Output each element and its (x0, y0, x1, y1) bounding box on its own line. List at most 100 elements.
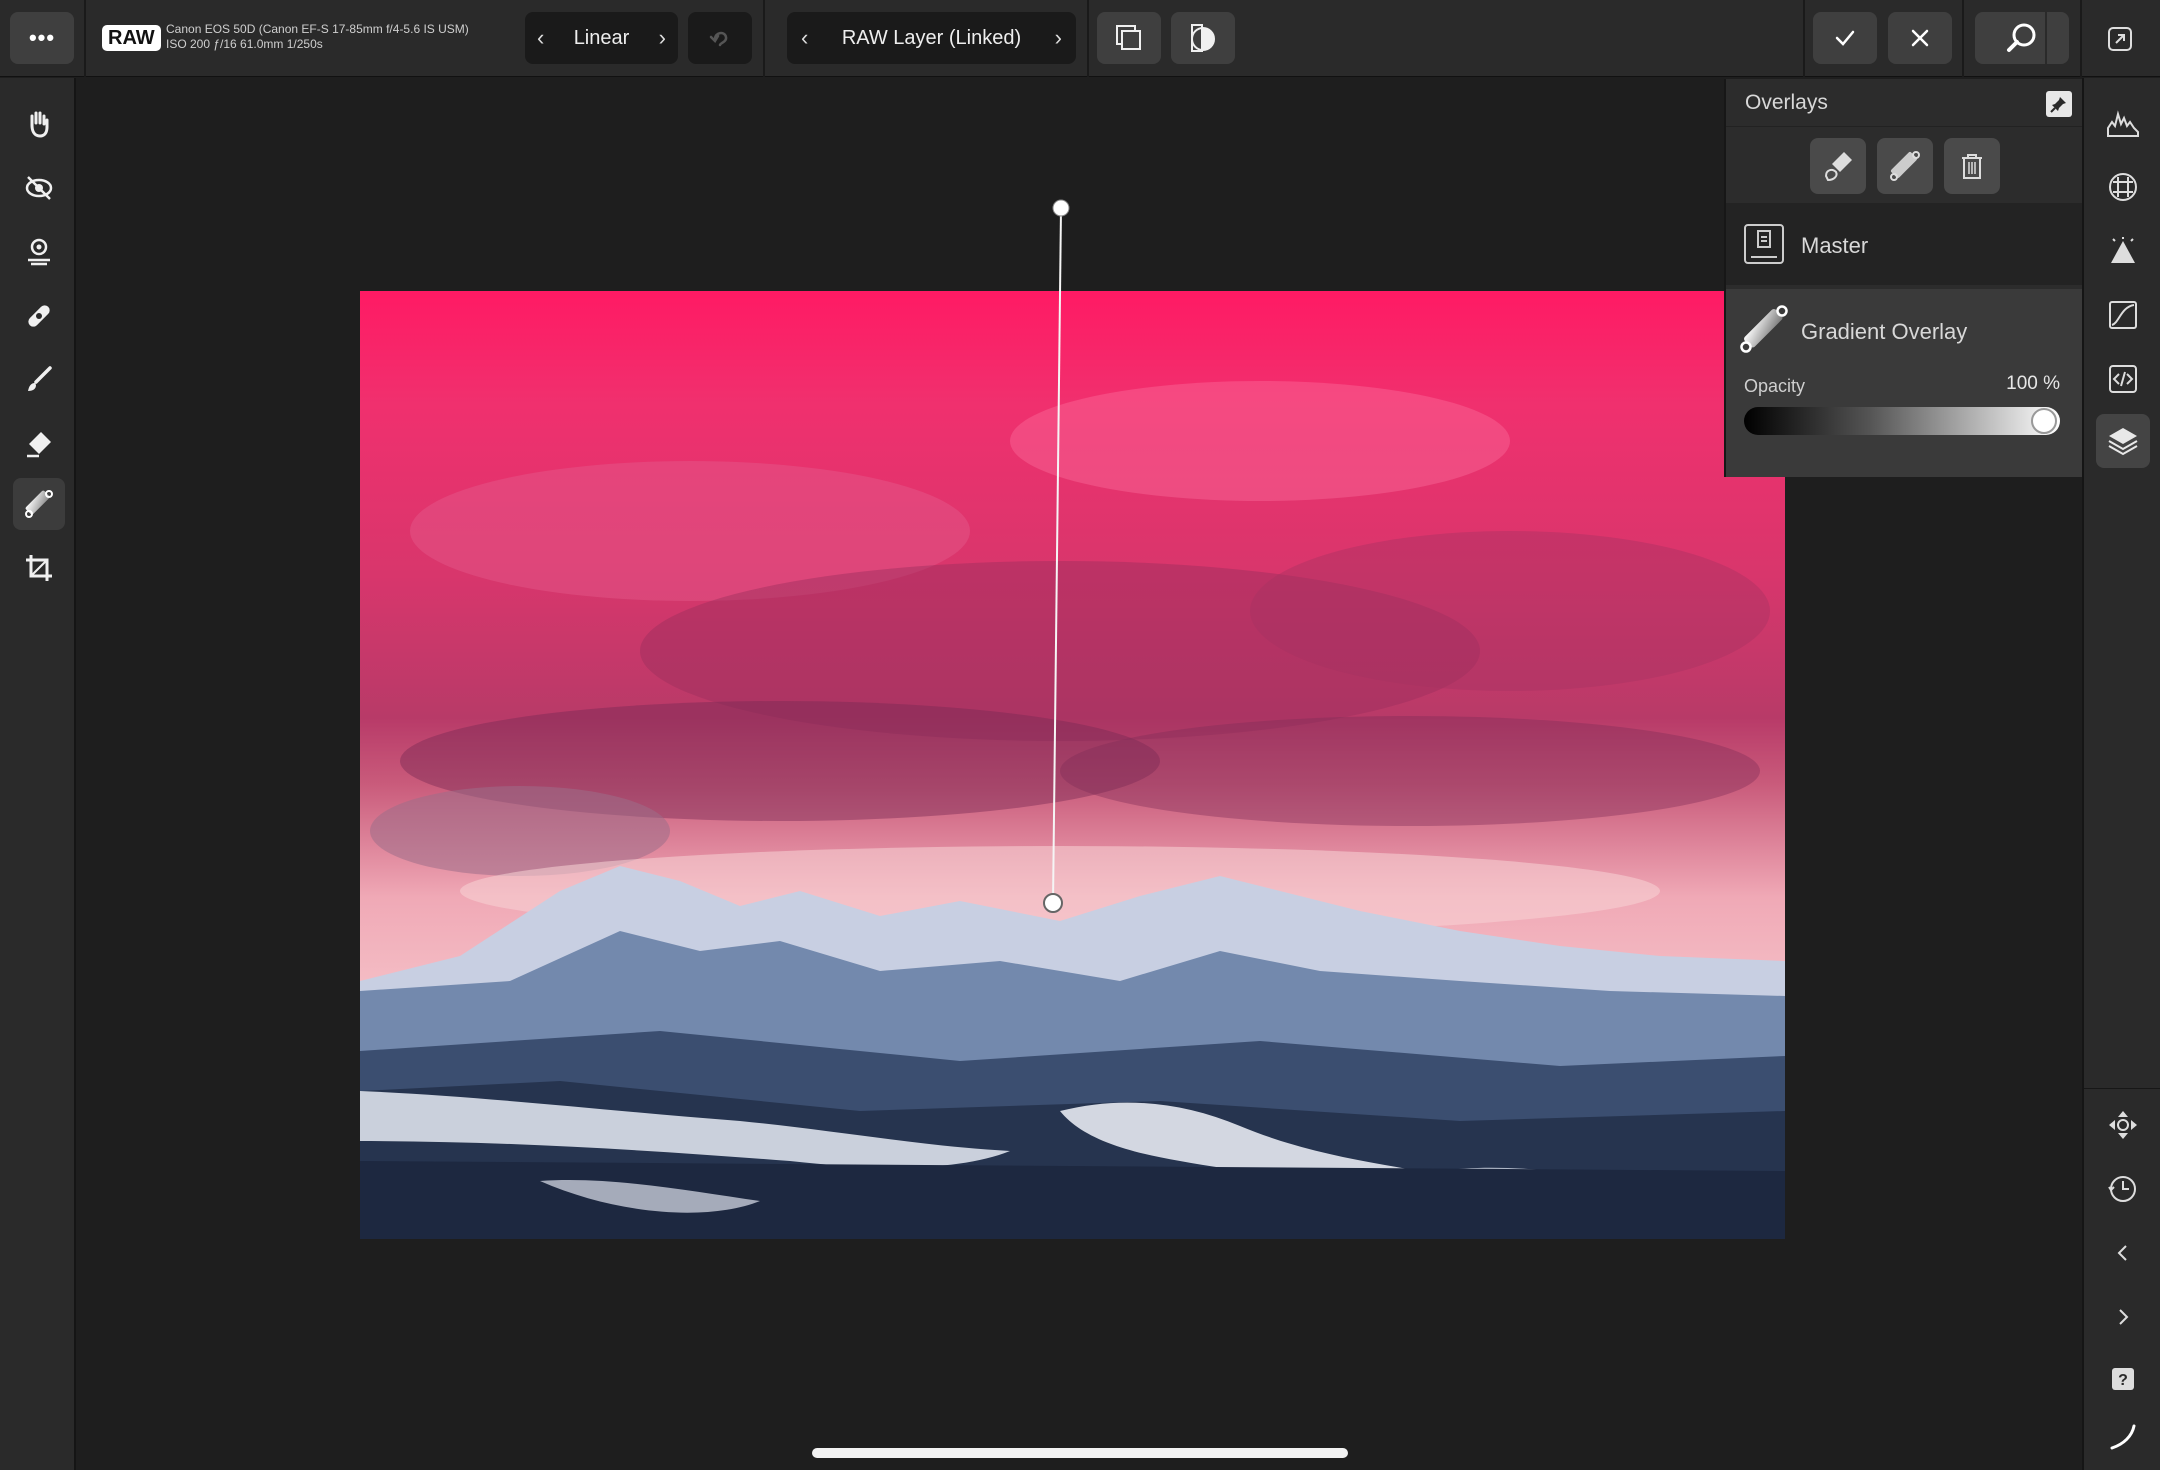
lens-button[interactable] (2096, 160, 2150, 214)
more-icon: ••• (28, 25, 56, 50)
tool-brush[interactable] (13, 354, 65, 406)
left-toolbar (0, 78, 76, 1470)
checkmark-icon (1835, 30, 1855, 46)
tool-crop[interactable] (13, 542, 65, 594)
histogram-icon (2107, 110, 2139, 137)
overlays-panel: Overlays Master Gradient Overlay Opacity… (1724, 79, 2082, 477)
details-button[interactable] (2096, 224, 2150, 278)
stylus-icon (2110, 1424, 2136, 1450)
home-indicator (812, 1448, 1348, 1458)
right-toolbar: ? (2082, 78, 2160, 1470)
chevron-left-icon[interactable]: ‹ (537, 25, 544, 51)
opacity-slider[interactable] (1744, 407, 2060, 435)
gradient-start-handle[interactable] (1052, 199, 1070, 217)
overlays-button[interactable] (2096, 414, 2150, 468)
chevron-left-icon (2117, 1245, 2127, 1261)
gradient-tool-icon (25, 490, 53, 518)
curves-button[interactable] (2096, 288, 2150, 342)
tool-erase-brush[interactable] (13, 418, 65, 470)
photo-preview[interactable] (360, 291, 1785, 1239)
layers-stack-icon (2108, 428, 2138, 456)
layers-duplicate-icon (1116, 25, 1141, 50)
crop-icon (26, 555, 52, 581)
panel-header: Overlays (1726, 79, 2082, 127)
show-original-button[interactable] (1097, 12, 1161, 64)
bandage-icon (28, 305, 50, 327)
tool-retouch[interactable] (13, 226, 65, 278)
chevron-right-icon[interactable]: › (1055, 25, 1062, 51)
window-resize-button[interactable] (2105, 24, 2135, 54)
brush-overlay-icon (1824, 152, 1852, 182)
resize-icon (2108, 27, 2132, 51)
pencil-button[interactable] (2096, 1410, 2150, 1464)
hand-icon (30, 111, 49, 138)
split-view-icon (1191, 24, 1215, 52)
layer-selector[interactable]: ‹ RAW Layer (Linked) › (787, 12, 1076, 64)
presets-button[interactable] (2096, 352, 2150, 406)
triangle-sparkle-icon (2111, 237, 2135, 263)
opacity-label: Opacity (1744, 376, 1806, 396)
pin-button[interactable] (2046, 91, 2072, 117)
apply-button[interactable] (1813, 12, 1877, 64)
gradient-mode-selector[interactable]: ‹ Linear › (525, 12, 678, 64)
undo-button[interactable] (688, 12, 752, 64)
collapse-left-button[interactable] (2096, 1226, 2150, 1280)
history-button[interactable] (2096, 1162, 2150, 1216)
panel-title: Overlays (1745, 91, 1828, 114)
pin-icon (2050, 97, 2066, 113)
dropdown-corner-icon (2045, 12, 2069, 64)
tool-hand[interactable] (13, 98, 65, 150)
grid-circle-icon (2109, 173, 2137, 201)
add-brush-overlay-button[interactable] (1810, 138, 1866, 194)
help-button[interactable]: ? (2096, 1352, 2150, 1406)
move-arrows-icon (2109, 1111, 2137, 1139)
collapse-right-button[interactable] (2096, 1290, 2150, 1344)
chevron-right-icon (2119, 1309, 2129, 1325)
move-button[interactable] (2096, 1098, 2150, 1152)
cancel-button[interactable] (1888, 12, 1952, 64)
layer-item-gradient-overlay[interactable]: Gradient Overlay Opacity 100 % (1726, 289, 2082, 477)
toolbar-divider (2084, 1088, 2160, 1089)
history-clock-icon (2108, 1176, 2136, 1202)
add-gradient-overlay-button[interactable] (1877, 138, 1933, 194)
chevron-left-icon[interactable]: ‹ (801, 25, 808, 51)
gradient-mode-label: Linear (573, 26, 630, 49)
delete-overlay-button[interactable] (1944, 138, 2000, 194)
layer-selector-label: RAW Layer (Linked) (841, 26, 1022, 49)
layer-item-master[interactable]: Master (1726, 203, 2082, 285)
opacity-value: 100 % (2006, 373, 2060, 394)
curves-icon (2109, 301, 2137, 329)
landscape-image (360, 381, 1785, 1239)
layer-label: Master (1801, 233, 1869, 258)
exposure-info: ISO 200 ƒ/16 61.0mm 1/250s (166, 37, 323, 51)
more-menu-button[interactable]: ••• (10, 12, 74, 64)
opacity-slider-thumb[interactable] (2031, 408, 2057, 434)
code-brackets-icon (2109, 365, 2137, 393)
svg-text:?: ? (2118, 1372, 2128, 1389)
camera-model: Canon EOS 50D (Canon EF-S 17-85mm f/4-5.… (166, 22, 469, 36)
gradient-overlay-icon (1890, 151, 1920, 181)
stamp-icon (28, 238, 50, 266)
chevron-right-icon[interactable]: › (659, 25, 666, 51)
close-icon (1911, 29, 1929, 47)
undo-icon (709, 31, 728, 47)
eye-slash-icon (25, 176, 53, 200)
tool-gradient-overlay[interactable] (13, 478, 65, 530)
master-layer-icon (1744, 224, 1784, 264)
brush-icon (28, 366, 52, 391)
trash-icon (1962, 154, 1982, 179)
raw-badge: RAW (102, 25, 161, 51)
histogram-button[interactable] (2096, 96, 2150, 150)
top-toolbar: ••• RAW Canon EOS 50D (Canon EF-S 17-85m… (0, 0, 2160, 77)
magnifier-icon (2007, 23, 2036, 52)
eraser-icon (27, 432, 51, 458)
split-view-button[interactable] (1171, 12, 1235, 64)
tool-red-eye[interactable] (13, 162, 65, 214)
gradient-overlay-layer-icon (1740, 305, 1788, 353)
help-icon: ? (2112, 1368, 2134, 1390)
overlay-actions (1726, 127, 2082, 197)
tool-healing[interactable] (13, 290, 65, 342)
layer-label: Gradient Overlay (1801, 319, 1968, 344)
camera-info: Canon EOS 50D (Canon EF-S 17-85mm f/4-5.… (166, 22, 469, 52)
zoom-button[interactable] (1975, 12, 2069, 64)
